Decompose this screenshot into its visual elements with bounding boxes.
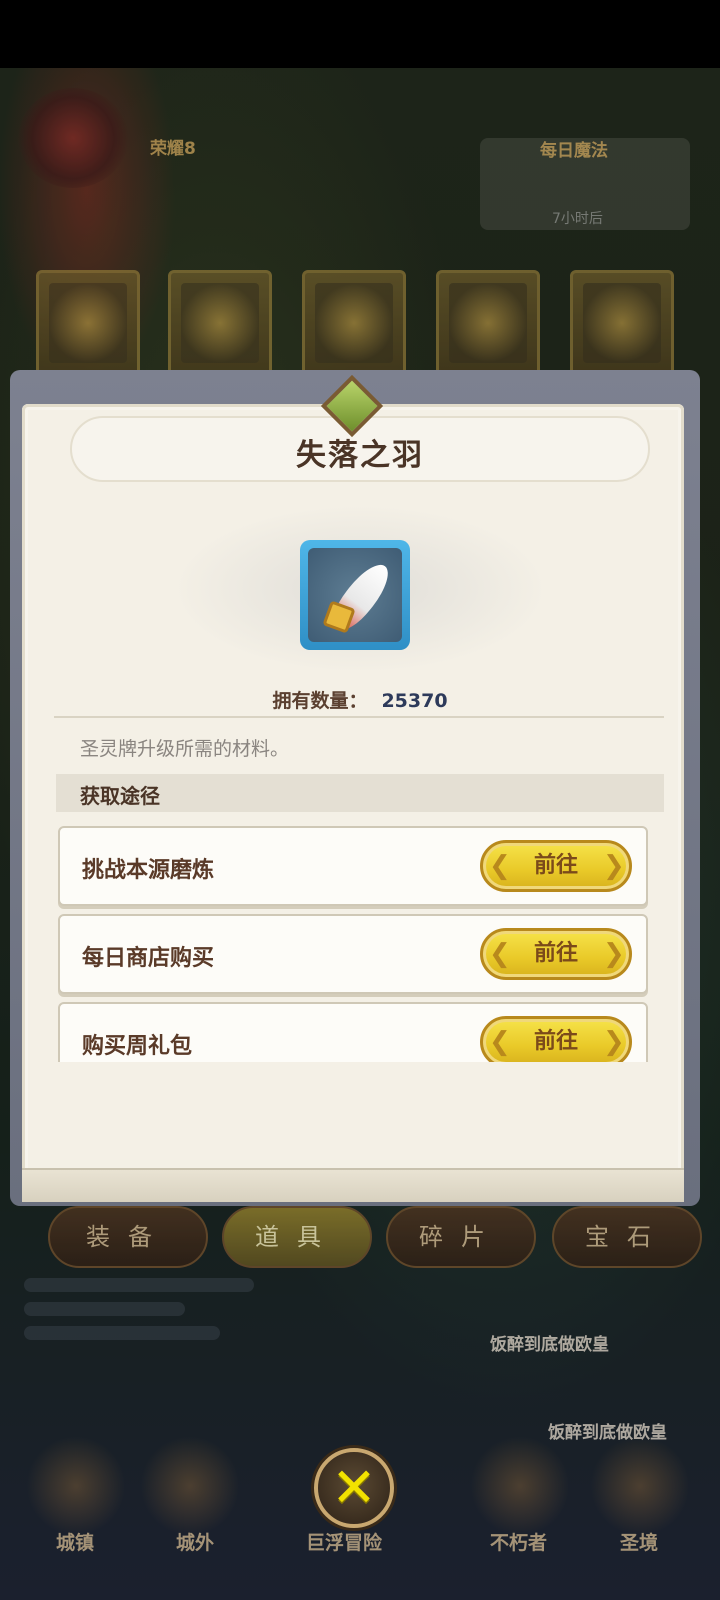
nav-sacred: 圣境	[620, 1532, 659, 1554]
outside-icon	[140, 1436, 240, 1536]
route-row: 每日商店购买 ❮ 前往 ❯	[58, 914, 648, 994]
go-button[interactable]: ❮ 前往 ❯	[480, 840, 632, 892]
go-button[interactable]: ❮ 前往 ❯	[480, 928, 632, 980]
equip-slot-3	[302, 270, 406, 378]
daily-magic-label: 每日魔法	[540, 141, 608, 161]
close-x-icon: ✕	[331, 1456, 377, 1519]
route-row: 购买周礼包 ❮ 前往 ❯	[58, 1002, 648, 1062]
nav-town: 城镇	[56, 1532, 95, 1554]
item-title: 失落之羽	[296, 438, 424, 473]
honor-label: 荣耀8	[150, 139, 196, 159]
owned-count: 拥有数量： 25370	[0, 686, 720, 713]
player-avatar	[18, 88, 128, 188]
divider	[54, 716, 664, 718]
go-button[interactable]: ❮ 前往 ❯	[480, 1016, 632, 1062]
nav-outside: 城外	[176, 1532, 215, 1554]
route-label: 挑战本源磨炼	[82, 858, 215, 883]
immortal-icon	[470, 1436, 570, 1536]
chevron-right-icon: ❯	[603, 851, 625, 881]
route-row: 挑战本源磨炼 ❮ 前往 ❯	[58, 826, 648, 906]
sacred-icon	[590, 1436, 690, 1536]
daily-magic-timer: 7小时后	[552, 211, 603, 227]
tab-gems: 宝石	[552, 1206, 702, 1268]
town-icon	[26, 1436, 126, 1536]
feather-icon	[300, 540, 410, 650]
equip-slot-5	[570, 270, 674, 378]
tab-equipment: 装备	[48, 1206, 208, 1268]
chat-panel	[24, 1268, 254, 1398]
world-chat-1: 饭醉到底做欧皇	[490, 1335, 609, 1355]
nav-adventure: 巨浮冒险	[306, 1532, 383, 1554]
chevron-right-icon: ❯	[603, 939, 625, 969]
tab-fragments: 碎片	[386, 1206, 536, 1268]
close-button[interactable]: ✕	[314, 1448, 394, 1528]
nav-immortal: 不朽者	[490, 1532, 548, 1554]
acquire-routes-list[interactable]: 挑战本源磨炼 ❮ 前往 ❯ 每日商店购买 ❮ 前往 ❯ 购买周礼包 ❮ 前往 ❯	[58, 826, 658, 1062]
equip-slot-4	[436, 270, 540, 378]
owned-label: 拥有数量：	[272, 690, 368, 712]
status-bar	[0, 0, 720, 68]
route-label: 购买周礼包	[82, 1034, 193, 1059]
item-description: 圣灵牌升级所需的材料。	[80, 738, 290, 760]
equip-slot-2	[168, 270, 272, 378]
chevron-right-icon: ❯	[603, 1027, 625, 1057]
owned-value: 25370	[381, 690, 448, 712]
modal-bottom-curl	[22, 1168, 684, 1202]
acquire-section-title: 获取途径	[80, 784, 160, 808]
tab-items: 道具	[222, 1206, 372, 1268]
equip-slot-1	[36, 270, 140, 378]
route-label: 每日商店购买	[82, 946, 215, 971]
